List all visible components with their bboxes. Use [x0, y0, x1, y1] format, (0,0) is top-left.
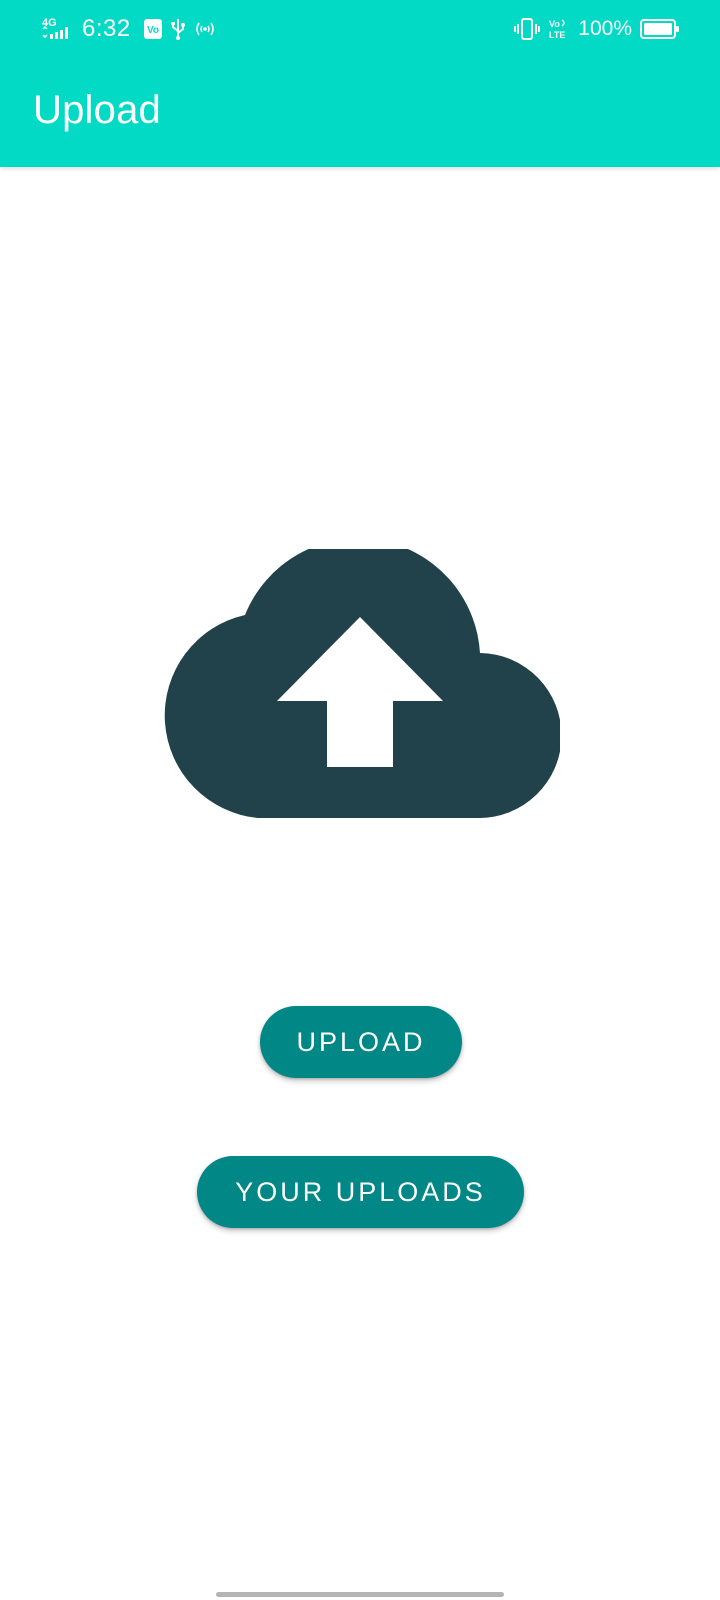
- your-uploads-button[interactable]: YOUR UPLOADS: [197, 1156, 524, 1228]
- signal-icon: 4G: [40, 16, 74, 42]
- your-uploads-button-label: YOUR UPLOADS: [235, 1176, 486, 1207]
- home-indicator[interactable]: [216, 1592, 504, 1597]
- status-bar-left: 4G 6:32 Vo: [40, 14, 217, 44]
- volte-icon: Vo LTE: [548, 17, 570, 41]
- app-bar: 4G 6:32 Vo Vo LTE 100% Upload: [0, 0, 720, 167]
- battery-icon: [640, 18, 680, 40]
- battery-percent: 100%: [578, 17, 632, 40]
- usb-icon: [169, 17, 187, 41]
- status-bar: 4G 6:32 Vo Vo LTE 100%: [0, 0, 720, 56]
- svg-text:Vo: Vo: [147, 25, 159, 36]
- svg-text:Vo: Vo: [549, 19, 560, 29]
- upload-button-label: UPLOAD: [296, 1026, 426, 1057]
- cloud-upload-icon: [158, 538, 562, 819]
- svg-text:LTE: LTE: [549, 30, 565, 40]
- upload-button[interactable]: UPLOAD: [260, 1006, 462, 1078]
- sim-icon: Vo: [143, 18, 163, 40]
- status-time: 6:32: [82, 15, 131, 42]
- page-title: Upload: [33, 88, 161, 132]
- status-bar-right: Vo LTE 100%: [514, 14, 680, 44]
- vibrate-icon: [514, 17, 541, 41]
- hotspot-icon: [193, 18, 217, 40]
